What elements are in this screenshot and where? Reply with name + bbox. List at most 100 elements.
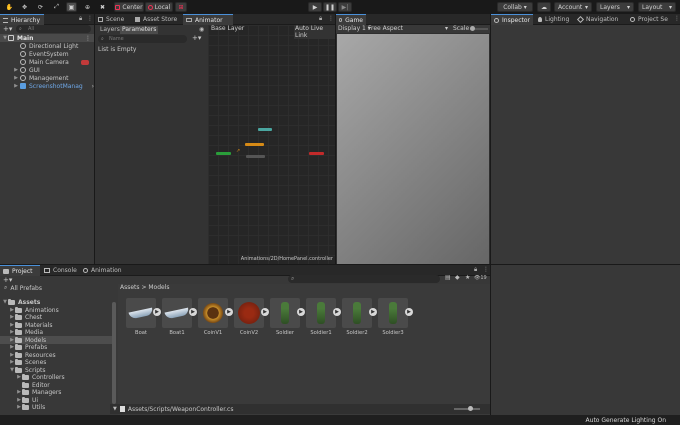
menu-icon[interactable]: ⋮ (87, 15, 93, 22)
chevron-down-icon[interactable]: ▼ (113, 406, 117, 412)
tab-hierarchy[interactable]: Hierarchy (0, 14, 44, 25)
snap-toggle[interactable]: ⊞ (175, 2, 187, 12)
tab-scene[interactable]: Scene (95, 14, 127, 25)
chevron-right-icon[interactable]: ▶ (13, 67, 19, 73)
pause-button[interactable]: ❚❚ (323, 2, 337, 12)
breadcrumb-current[interactable]: Models (148, 284, 169, 291)
breadcrumb-root[interactable]: Assets (120, 284, 140, 291)
filter-type-icon[interactable]: ▤ (445, 274, 451, 281)
add-parameter-button[interactable]: +▾ (192, 34, 201, 42)
aspect-dropdown[interactable]: Free Aspect ▾ (368, 25, 448, 32)
tab-project-settings[interactable]: Project Se (627, 14, 672, 25)
asset-item[interactable]: ▶ Soldier2 (342, 298, 377, 342)
step-button[interactable]: ▶| (338, 2, 352, 12)
menu-icon[interactable]: ⋮ (328, 15, 334, 22)
tab-inspector[interactable]: Inspector (491, 14, 533, 25)
transform-tool-icon[interactable]: ⊕ (82, 2, 93, 12)
scale-slider[interactable] (470, 26, 488, 31)
folder-item[interactable]: ▶ Scenes (9, 358, 46, 366)
play-icon[interactable]: ▶ (405, 308, 413, 316)
lock-icon[interactable]: 🔒︎ (319, 15, 322, 23)
filter-label-icon[interactable]: ◆ (455, 274, 460, 281)
folder-tree-scrollbar[interactable] (112, 302, 116, 404)
chevron-right-icon[interactable]: › (92, 83, 94, 90)
slider-handle[interactable] (470, 26, 475, 31)
chevron-right-icon[interactable]: ▶ (13, 83, 19, 89)
hierarchy-search[interactable]: ⌕ All (16, 25, 91, 33)
favorites-all-prefabs[interactable]: ⌕ All Prefabs (4, 284, 42, 292)
project-add-button[interactable]: +▾ (3, 276, 12, 284)
lock-icon[interactable]: 🔒︎ (474, 266, 477, 274)
menu-icon[interactable]: ⋮ (85, 35, 91, 42)
chevron-right-icon[interactable]: ▶ (13, 75, 19, 81)
play-icon[interactable]: ▶ (369, 308, 377, 316)
entry-node[interactable] (216, 152, 231, 155)
rect-tool-icon[interactable]: ▣ (66, 2, 77, 12)
star-icon[interactable]: ★ (465, 274, 470, 281)
tab-asset-store[interactable]: Asset Store (132, 14, 180, 25)
move-tool-icon[interactable]: ✥ (19, 2, 30, 12)
asset-item[interactable]: ▶ Boat (126, 298, 161, 342)
tab-parameters[interactable]: Parameters (120, 26, 159, 34)
exit-node[interactable] (309, 152, 324, 155)
thumbnail-size-slider[interactable] (454, 406, 480, 411)
layout-dropdown[interactable]: Layout ▾ (638, 2, 676, 12)
space-toggle[interactable]: Local (145, 2, 173, 12)
folder-item[interactable]: ▶ Controllers (16, 373, 65, 381)
tab-console[interactable]: Console (41, 265, 80, 276)
account-dropdown[interactable]: Account ▾ (554, 2, 592, 12)
tab-animator[interactable]: Animator (183, 14, 233, 25)
layers-dropdown[interactable]: Layers ▾ (596, 2, 634, 12)
folder-item[interactable]: ▶ Media (9, 328, 43, 336)
hierarchy-item[interactable]: ▶ ScreenshotManag › (14, 82, 94, 90)
folder-item[interactable]: ▶ Utils (16, 403, 45, 411)
asset-item[interactable]: ▶ Soldier (270, 298, 305, 342)
cloud-icon[interactable]: ☁ (537, 2, 551, 12)
menu-icon[interactable]: ⋮ (483, 266, 489, 273)
asset-item[interactable]: ▶ CoinV2 (234, 298, 269, 342)
hierarchy-item[interactable]: Main Camera (20, 58, 94, 66)
pivot-toggle[interactable]: Center (114, 2, 144, 12)
tab-lighting[interactable]: Lighting (535, 14, 572, 25)
asset-item[interactable]: ▶ Boat1 (162, 298, 197, 342)
display-dropdown[interactable]: Display 1 ▾ (338, 25, 371, 32)
default-state-node[interactable] (245, 143, 264, 146)
tab-project[interactable]: Project (0, 265, 40, 276)
play-icon[interactable]: ▶ (225, 308, 233, 316)
eye-icon[interactable]: ◉ (199, 26, 204, 33)
hierarchy-item[interactable]: Directional Light (20, 42, 78, 50)
play-icon[interactable]: ▶ (297, 308, 305, 316)
folder-item[interactable]: ▶ Prefabs (9, 343, 47, 351)
animator-graph[interactable]: Base Layer Auto Live Link ↗ Animations/2… (208, 25, 335, 264)
play-icon[interactable]: ▶ (261, 308, 269, 316)
scale-tool-icon[interactable]: ⤢ (51, 2, 62, 12)
menu-icon[interactable]: ⋮ (674, 15, 680, 22)
tab-layers[interactable]: Layers (98, 26, 122, 34)
play-icon[interactable]: ▶ (153, 308, 161, 316)
asset-item[interactable]: ▶ Soldier3 (378, 298, 413, 342)
play-button[interactable]: ▶ (308, 2, 322, 12)
hierarchy-add-button[interactable]: +▾ (3, 25, 12, 33)
any-state-node[interactable] (258, 128, 272, 131)
game-viewport[interactable] (337, 34, 489, 264)
play-icon[interactable]: ▶ (189, 308, 197, 316)
collab-dropdown[interactable]: Collab ▾ (497, 2, 533, 12)
asset-item[interactable]: ▶ Soldier1 (306, 298, 341, 342)
slider-handle[interactable] (468, 406, 473, 411)
hierarchy-scene-row[interactable]: ▼ Main ⋮ (0, 34, 94, 42)
hierarchy-item[interactable]: ▶ Management (14, 74, 68, 82)
asset-item[interactable]: ▶ CoinV1 (198, 298, 233, 342)
hierarchy-item[interactable]: EventSystem (20, 50, 69, 58)
auto-live-link-button[interactable]: Auto Live Link (294, 25, 335, 39)
state-node[interactable] (246, 155, 265, 158)
hierarchy-item[interactable]: ▶ GUI (14, 66, 40, 74)
hand-tool-icon[interactable]: ✋ (4, 2, 15, 12)
folder-root[interactable]: ▼ Assets (2, 298, 40, 306)
parameter-search[interactable]: ⌕ Name (98, 35, 187, 43)
lock-icon[interactable]: 🔒︎ (79, 15, 82, 23)
project-search[interactable]: ⌕ (288, 275, 440, 283)
tab-game[interactable]: Game (336, 14, 366, 25)
tab-animation[interactable]: Animation (80, 265, 125, 276)
base-layer-breadcrumb[interactable]: Base Layer (211, 25, 244, 32)
rotate-tool-icon[interactable]: ⟳ (35, 2, 46, 12)
